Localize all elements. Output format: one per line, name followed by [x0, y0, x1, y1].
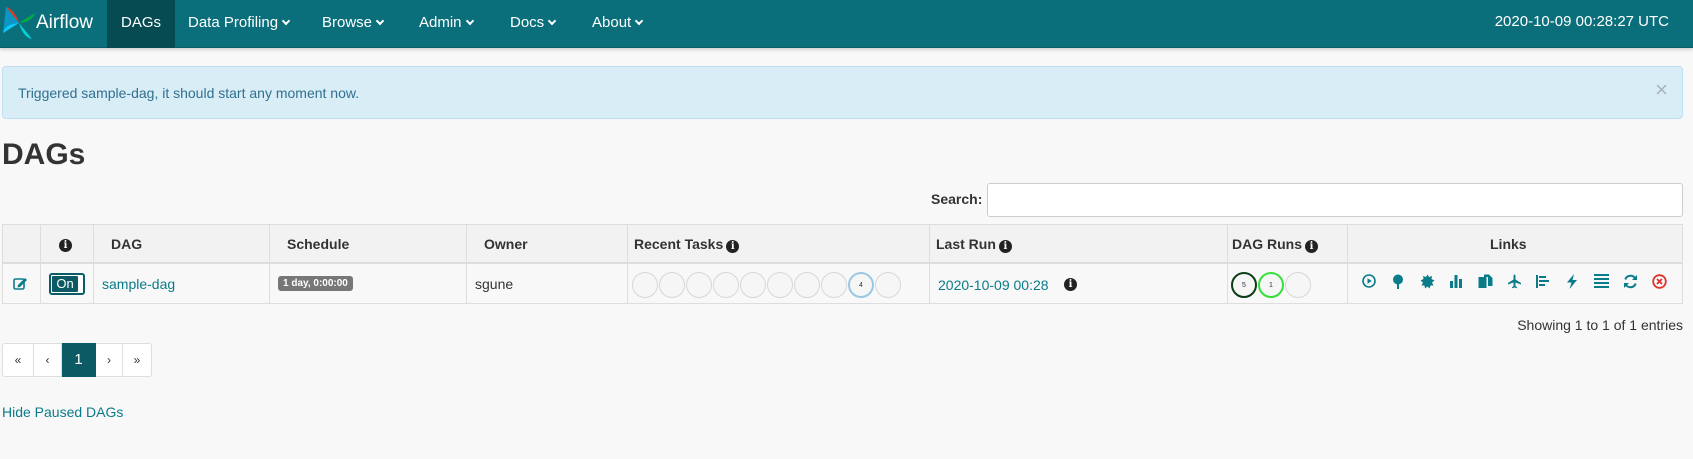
nav-admin[interactable]: Admin — [405, 0, 487, 48]
nav-data-profiling-label: Data Profiling — [188, 14, 279, 31]
info-icon[interactable]: i — [1305, 240, 1318, 253]
pagination-next[interactable]: › — [96, 343, 123, 377]
nav-about-label: About — [592, 14, 632, 31]
header-dag[interactable]: DAG — [94, 225, 270, 262]
nav-dags-label: DAGs — [121, 14, 162, 31]
recent-tasks-cell: 4 — [628, 264, 930, 303]
toggle-cell: On — [41, 264, 94, 303]
pagination-first[interactable]: « — [2, 343, 34, 377]
top-navbar: Airflow DAGs Data Profiling Browse Admin… — [0, 0, 1693, 48]
schedule-cell: 1 day, 0:00:00 — [270, 264, 467, 303]
table-header: i DAG Schedule Owner Recent Tasks i Last … — [3, 225, 1682, 264]
recent-task-circle[interactable] — [875, 272, 901, 298]
header-dag-label: DAG — [111, 236, 143, 252]
last-run-link[interactable]: 2020-10-09 00:28 — [938, 277, 1049, 293]
nav-browse[interactable]: Browse — [308, 0, 397, 48]
chevron-down-icon — [547, 16, 557, 26]
info-icon: i — [59, 239, 72, 252]
dag-link[interactable]: sample-dag — [102, 276, 175, 292]
task-tries-icon[interactable] — [1476, 272, 1494, 290]
hide-paused-dags-link[interactable]: Hide Paused DAGs — [2, 404, 123, 420]
entries-info: Showing 1 to 1 of 1 entries — [1517, 317, 1683, 333]
info-icon[interactable]: i — [1064, 278, 1077, 291]
pagination-page-1[interactable]: 1 — [62, 343, 96, 377]
recent-task-circle[interactable] — [740, 272, 766, 298]
header-dag-runs-label: DAG Runs — [1232, 236, 1302, 252]
owner-name: sgune — [475, 276, 514, 292]
edit-icon[interactable] — [13, 276, 28, 291]
recent-task-circle[interactable] — [794, 272, 820, 298]
landing-times-icon[interactable] — [1505, 272, 1523, 290]
recent-task-circle[interactable] — [686, 272, 712, 298]
header-links: Links — [1348, 225, 1682, 262]
brand[interactable]: Airflow — [0, 0, 107, 48]
chevron-down-icon — [375, 16, 385, 26]
dag-run-circle[interactable]: 1 — [1258, 272, 1284, 298]
nav-dags[interactable]: DAGs — [107, 0, 176, 48]
nav-docs[interactable]: Docs — [496, 0, 569, 48]
dag-run-circle[interactable]: 5 — [1231, 272, 1257, 298]
header-recent-tasks-label: Recent Tasks — [634, 236, 724, 252]
search-input[interactable] — [987, 183, 1683, 217]
recent-task-circle[interactable] — [632, 272, 658, 298]
nav-admin-label: Admin — [419, 14, 462, 31]
trigger-dag-icon[interactable] — [1360, 272, 1378, 290]
dags-table: i DAG Schedule Owner Recent Tasks i Last … — [2, 224, 1683, 304]
utc-clock: 2020-10-09 00:28:27 UTC — [1494, 13, 1669, 30]
nav-data-profiling[interactable]: Data Profiling — [174, 0, 303, 48]
header-links-label: Links — [1490, 236, 1527, 252]
airflow-pinwheel-logo-icon — [3, 7, 35, 39]
toggle-on-label: On — [52, 276, 78, 292]
nav-about[interactable]: About — [578, 0, 656, 48]
header-schedule[interactable]: Schedule — [270, 225, 467, 262]
close-icon[interactable]: × — [1655, 79, 1668, 101]
gantt-icon[interactable] — [1534, 272, 1552, 290]
last-run-cell: 2020-10-09 00:28 i — [930, 264, 1228, 303]
pagination: « ‹ 1 › » — [2, 343, 152, 377]
tree-view-icon[interactable] — [1389, 272, 1407, 290]
recent-task-circle[interactable] — [767, 272, 793, 298]
refresh-icon[interactable] — [1621, 272, 1639, 290]
pause-toggle[interactable]: On — [49, 273, 85, 295]
chevron-down-icon — [634, 16, 644, 26]
logs-icon[interactable] — [1592, 272, 1610, 290]
header-recent-tasks: Recent Tasks i — [628, 225, 930, 262]
graph-view-icon[interactable] — [1418, 272, 1436, 290]
recent-task-circle[interactable] — [659, 272, 685, 298]
header-last-run: Last Run i — [930, 225, 1228, 262]
header-edit-col — [3, 225, 41, 262]
recent-task-circle[interactable]: 4 — [848, 272, 874, 298]
schedule-badge[interactable]: 1 day, 0:00:00 — [278, 276, 353, 291]
brand-name: Airflow — [36, 12, 94, 33]
code-view-icon[interactable] — [1563, 272, 1581, 290]
dag-run-circle[interactable] — [1285, 272, 1311, 298]
dag-links — [1360, 272, 1679, 290]
owner-cell: sgune — [467, 264, 628, 303]
dag-runs-cell: 51 — [1228, 264, 1348, 303]
info-icon[interactable]: i — [998, 240, 1012, 253]
delete-dag-icon[interactable] — [1650, 272, 1668, 290]
header-info-col: i — [41, 225, 94, 262]
chevron-down-icon — [465, 16, 474, 26]
task-duration-icon[interactable] — [1447, 272, 1465, 290]
info-alert: Triggered sample-dag, it should start an… — [2, 66, 1683, 119]
header-schedule-label: Schedule — [287, 236, 350, 252]
info-icon[interactable]: i — [726, 240, 740, 253]
pagination-last[interactable]: » — [123, 343, 152, 377]
search-label: Search: — [931, 191, 983, 207]
header-owner[interactable]: Owner — [467, 225, 628, 262]
pagination-prev[interactable]: ‹ — [34, 343, 62, 377]
nav-browse-label: Browse — [322, 14, 373, 31]
header-dag-runs: DAG Runs i — [1228, 225, 1348, 262]
recent-task-circle[interactable] — [713, 272, 739, 298]
nav-docs-label: Docs — [510, 14, 545, 31]
edit-cell — [3, 264, 41, 303]
recent-task-circle[interactable] — [821, 272, 847, 298]
header-last-run-label: Last Run — [936, 236, 996, 252]
page-title: DAGs — [2, 138, 86, 171]
chevron-down-icon — [281, 16, 291, 26]
dag-cell: sample-dag — [94, 264, 270, 303]
header-owner-label: Owner — [484, 236, 528, 252]
alert-message: Triggered sample-dag, it should start an… — [18, 85, 360, 101]
